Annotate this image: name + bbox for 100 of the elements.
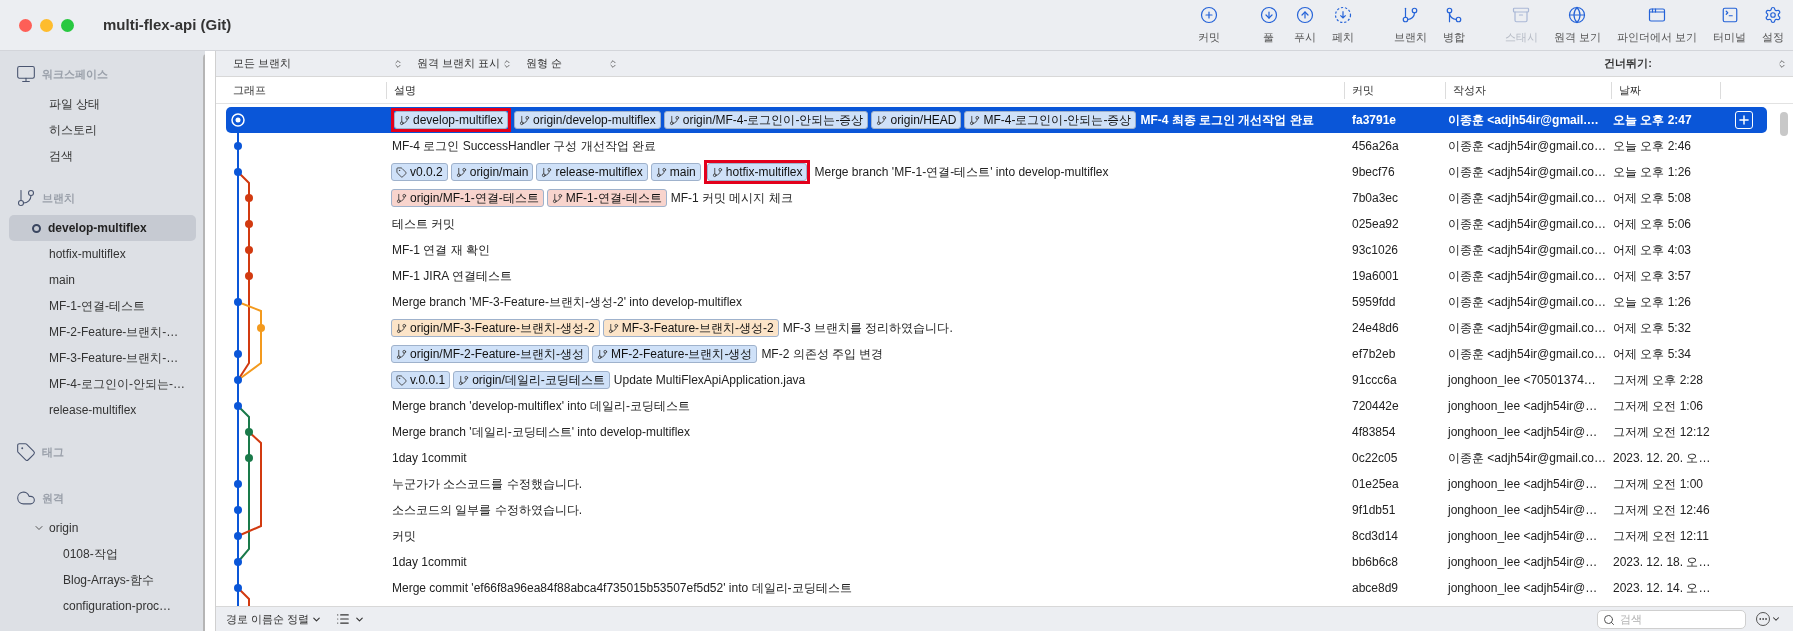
ref-label[interactable]: origin/MF-1-연결-테스트 bbox=[391, 189, 544, 207]
ref-label[interactable]: v.0.0.1 bbox=[391, 371, 451, 389]
commit-row[interactable]: Merge commit 'ef66f8a96ea84f88abca4f735015b53507ef5d52' into 데일리-코딩테스트 abce8d9 jonghoon_lee <adjh54ir@… 2023. 12. 14. 오… bbox=[226, 575, 1767, 601]
filter-dropdown[interactable]: 모든 브랜치 bbox=[233, 55, 403, 72]
filter-dropdown[interactable]: 원격 브랜치 표시 bbox=[417, 55, 512, 72]
current-commit-node[interactable] bbox=[231, 113, 245, 127]
sidebar-item[interactable]: develop-multiflex bbox=[9, 215, 196, 241]
sidebar-item[interactable]: origin bbox=[9, 515, 196, 541]
search-field[interactable]: 검색 bbox=[1597, 609, 1746, 629]
ref-label[interactable]: MF-1-연결-테스트 bbox=[546, 189, 667, 207]
sidebar-item[interactable]: main bbox=[9, 267, 196, 293]
commit-row[interactable]: 누군가가 소스코드를 수정했습니다. 01e25ea jonghoon_lee <adjh54ir@… 그저께 오전 1:00 bbox=[226, 471, 1767, 497]
updown-icon bbox=[608, 58, 618, 69]
commit-row[interactable]: 소스코드의 일부를 수정하였습니다. 9f1db51 jonghoon_lee <adjh54ir@… 그저께 오전 12:46 bbox=[226, 497, 1767, 523]
commit-row[interactable]: 테스트 커밋 025ea92 이종훈 <adjh54ir@gmail.co… 어제 오후 5:06 bbox=[226, 211, 1767, 237]
sidebar-item[interactable]: MF-3-Feature-브랜치-… bbox=[9, 345, 196, 371]
ref-label[interactable]: origin/MF-2-Feature-브랜치-생성 bbox=[391, 345, 590, 363]
ref-label[interactable]: origin/HEAD bbox=[871, 111, 962, 129]
sidebar-item[interactable]: MF-2-Feature-브랜치-… bbox=[9, 319, 196, 345]
sidebar-item[interactable]: configuration-proc… bbox=[9, 593, 196, 619]
commit-row[interactable]: Merge branch 'develop-multiflex' into 데일리-코딩테스트 720442e jonghoon_lee <adjh54ir@… 그저께 오전 1:06 bbox=[226, 393, 1767, 419]
ref-label[interactable]: main bbox=[650, 163, 701, 181]
commit-row[interactable]: MF-1 JIRA 연결테스트 19a6001 이종훈 <adjh54ir@gmail.co… 어제 오후 3:57 bbox=[226, 263, 1767, 289]
toolbar-button[interactable]: 브랜치 bbox=[1393, 6, 1427, 46]
commit-node[interactable] bbox=[257, 324, 265, 332]
commit-message: MF-4 로그인 SuccessHandler 구성 개선작업 완료 bbox=[392, 138, 657, 155]
ref-label[interactable]: v0.0.2 bbox=[391, 163, 448, 181]
ref-label[interactable]: origin/MF-3-Feature-브랜치-생성-2 bbox=[391, 319, 600, 337]
author-cell-text: 이종훈 <adjh54ir@gmail.co… bbox=[1447, 242, 1607, 259]
toolbar-button[interactable]: 풀 bbox=[1259, 6, 1278, 46]
commit-node[interactable] bbox=[245, 194, 253, 202]
commit-row[interactable]: Merge branch '데일리-코딩테스트' into develop-multiflex 4f83854 jonghoon_lee <adjh54ir@… 그저께 오전 12:12 bbox=[226, 419, 1767, 445]
commit-row[interactable]: v.0.0.1 origin/데일리-코딩테스트 Update MultiFlexApiApplication.java 91ccc6a jonghoon_lee <70501374… 그저께 오후 2:28 bbox=[226, 367, 1767, 393]
sort-dropdown[interactable]: 경로 이름순 정렬 bbox=[226, 610, 323, 628]
sidebar-item[interactable]: 히스토리 bbox=[9, 117, 196, 143]
commit-row[interactable]: 1day 1commit bb6b6c8 jonghoon_lee <adjh54ir@… 2023. 12. 18. 오… bbox=[226, 549, 1767, 575]
column-header[interactable]: 설명 bbox=[386, 81, 1344, 99]
commit-node[interactable] bbox=[234, 558, 242, 566]
sidebar-item[interactable]: 파일 상태 bbox=[9, 91, 196, 117]
ref-label[interactable]: origin/main bbox=[450, 163, 534, 181]
sidebar-item[interactable]: 0108-작업 bbox=[9, 541, 196, 567]
ref-label[interactable]: origin/MF-4-로그인이-안되는-증상 bbox=[663, 111, 869, 129]
commit-row[interactable]: origin/MF-1-연결-테스트 MF-1-연결-테스트 MF-1 커밋 메시지 체크 7b0a3ec 이종훈 <adjh54ir@gmail.co… 어제 오후 5:08 bbox=[226, 185, 1767, 211]
sidebar-item[interactable]: release-multiflex bbox=[9, 397, 196, 423]
ref-label[interactable]: release-multiflex bbox=[536, 163, 648, 181]
commit-node[interactable] bbox=[234, 142, 242, 150]
commit-node[interactable] bbox=[245, 272, 253, 280]
commit-node[interactable] bbox=[234, 480, 242, 488]
ref-label[interactable]: MF-3-Feature-브랜치-생성-2 bbox=[602, 319, 779, 337]
sidebar-item[interactable]: hotfix-multiflex bbox=[9, 241, 196, 267]
commit-node[interactable] bbox=[234, 298, 242, 306]
ref-label[interactable]: MF-2-Feature-브랜치-생성 bbox=[592, 345, 758, 363]
section-header: 브랜치 bbox=[42, 190, 75, 206]
scrollbar[interactable] bbox=[1780, 112, 1788, 136]
commit-node[interactable] bbox=[234, 168, 242, 176]
column-header[interactable]: 그래프 bbox=[216, 81, 386, 99]
commit-node[interactable] bbox=[245, 246, 253, 254]
commit-node[interactable] bbox=[234, 376, 242, 384]
close-button[interactable] bbox=[19, 18, 32, 32]
toolbar-button[interactable]: 병합 bbox=[1442, 6, 1465, 46]
toolbar-button[interactable]: 설정 bbox=[1762, 6, 1784, 46]
commit-node[interactable] bbox=[234, 532, 242, 540]
jump-dropdown[interactable]: 건너뛰기: bbox=[1604, 55, 1787, 72]
toolbar-button[interactable]: 페치 bbox=[1331, 6, 1354, 46]
commit-row[interactable]: develop-multiflex origin/develop-multiflex origin/MF-4-로그인이-안되는-증상 origin/HEAD MF-4-로그인이-안되는-증상 MF-4 최종 로그인 개선작업 완료 fa3791e 이종훈 <adjh54ir@gmail.… 오늘 오후 2:47 bbox=[226, 107, 1767, 133]
ref-label[interactable]: origin/데일리-코딩테스트 bbox=[453, 371, 610, 389]
ref-label[interactable]: MF-4-로그인이-안되는-증상 bbox=[964, 111, 1137, 129]
commit-row[interactable]: origin/MF-2-Feature-브랜치-생성 MF-2-Feature-브랜치-생성 MF-2 의존성 주입 변경 ef7b2eb 이종훈 <adjh54ir@gmail.co… 어제 오후 5:34 bbox=[226, 341, 1767, 367]
view-options-button[interactable] bbox=[336, 612, 366, 626]
commit-node[interactable] bbox=[245, 454, 253, 462]
sidebar-item[interactable]: Blog-Arrays-함수 bbox=[9, 567, 196, 593]
commit-row[interactable]: MF-4 로그인 SuccessHandler 구성 개선작업 완료 456a26a 이종훈 <adjh54ir@gmail.co… 오늘 오후 2:46 bbox=[226, 133, 1767, 159]
add-button[interactable] bbox=[1734, 111, 1753, 129]
commit-row[interactable]: 커밋 8cd3d14 jonghoon_lee <adjh54ir@… 그저께 오전 12:11 bbox=[226, 523, 1767, 549]
toolbar-button[interactable]: 원격 보기 bbox=[1553, 6, 1601, 46]
commit-row[interactable]: Merge branch 'MF-3-Feature-브랜치-생성-2' into develop-multiflex 5959fdd 이종훈 <adjh54ir@gmail.co… 오늘 오후 1:26 bbox=[226, 289, 1767, 315]
column-header[interactable]: 작성자 bbox=[1445, 81, 1611, 99]
filter-dropdown[interactable]: 원형 순 bbox=[526, 55, 618, 72]
commit-node[interactable] bbox=[234, 584, 242, 592]
commit-row[interactable]: v0.0.2 origin/main release-multiflex main hotfix-multiflex Merge branch 'MF-1-연결-테스트' into develop-multiflex 9becf76 이종훈 <adjh54ir@gmail.co… 오늘 오후 1:26 bbox=[226, 159, 1767, 185]
commit-node[interactable] bbox=[234, 350, 242, 358]
toolbar-button[interactable]: 커밋 bbox=[1197, 6, 1220, 46]
toolbar-button[interactable]: 푸시 bbox=[1293, 6, 1316, 46]
commit-node[interactable] bbox=[234, 506, 242, 514]
ref-label[interactable]: develop-multiflex bbox=[394, 111, 509, 129]
commit-row[interactable]: 1day 1commit 0c22c05 이종훈 <adjh54ir@gmail.co… 2023. 12. 20. 오… bbox=[226, 445, 1767, 471]
commit-node[interactable] bbox=[234, 402, 242, 410]
sidebar-item[interactable]: MF-1-연결-테스트 bbox=[9, 293, 196, 319]
commit-row[interactable]: MF-1 연결 재 확인 93c1026 이종훈 <adjh54ir@gmail.co… 어제 오후 4:03 bbox=[226, 237, 1767, 263]
commit-node[interactable] bbox=[245, 220, 253, 228]
commit-row[interactable]: origin/MF-3-Feature-브랜치-생성-2 MF-3-Feature-브랜치-생성-2 MF-3 브랜치를 정리하였습니다. 24e48d6 이종훈 <adjh54ir@gmail.co… 어제 오후 5:32 bbox=[226, 315, 1767, 341]
column-header[interactable]: 날짜 bbox=[1611, 81, 1720, 99]
toolbar-button[interactable]: 터미널 bbox=[1713, 6, 1746, 46]
ref-label[interactable]: origin/develop-multiflex bbox=[514, 111, 661, 129]
sidebar-item[interactable]: MF-4-로그인이-안되는-… bbox=[9, 371, 196, 397]
commit-node[interactable] bbox=[245, 428, 253, 436]
column-header[interactable]: 커밋 bbox=[1344, 81, 1445, 99]
toolbar-button[interactable]: 파인더에서 보기 bbox=[1616, 6, 1697, 46]
sidebar-item[interactable]: 검색 bbox=[9, 143, 196, 169]
ref-label[interactable]: hotfix-multiflex bbox=[706, 163, 808, 181]
